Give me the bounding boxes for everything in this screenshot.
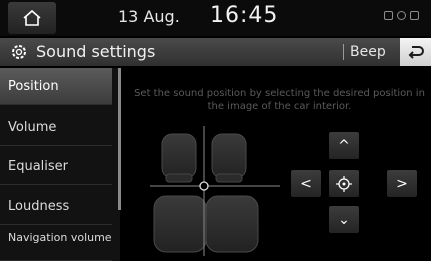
title-bar: Sound settings Beep bbox=[0, 38, 431, 66]
page-title: Sound settings bbox=[36, 42, 156, 61]
front-left-seat[interactable] bbox=[161, 133, 197, 183]
back-button[interactable] bbox=[400, 38, 431, 66]
chevron-right-icon: > bbox=[396, 175, 408, 192]
sidebar-item-equaliser[interactable]: Equaliser bbox=[0, 148, 112, 185]
move-up-button[interactable]: ^ bbox=[329, 132, 359, 159]
sidebar-item-label: Volume bbox=[8, 119, 57, 135]
sound-position-panel: Set the sound position by selecting the … bbox=[124, 68, 431, 261]
sidebar-item-label: Navigation volume bbox=[8, 231, 112, 244]
bluetooth-icon bbox=[410, 11, 419, 20]
sound-position-marker[interactable] bbox=[199, 181, 209, 191]
rear-seat[interactable] bbox=[153, 195, 259, 253]
sidebar: Position Volume Equaliser Loudness Navig… bbox=[0, 68, 120, 261]
sidebar-item-label: Equaliser bbox=[8, 158, 69, 174]
status-bar: 13 Aug. 16:45 bbox=[0, 0, 431, 36]
home-button[interactable] bbox=[8, 2, 56, 34]
signal-icon bbox=[397, 11, 406, 20]
system-status-icons bbox=[384, 11, 419, 20]
sidebar-item-label: Loudness bbox=[8, 198, 70, 214]
divider bbox=[343, 44, 344, 60]
sidebar-item-navigation-volume[interactable]: Navigation volume bbox=[0, 228, 112, 261]
instruction-text: Set the sound position by selecting the … bbox=[134, 88, 425, 112]
crosshair-icon bbox=[336, 175, 352, 192]
beep-button[interactable]: Beep bbox=[350, 44, 386, 60]
sidebar-item-loudness[interactable]: Loudness bbox=[0, 188, 112, 225]
move-left-button[interactable]: < bbox=[291, 170, 321, 197]
battery-icon bbox=[384, 11, 393, 20]
sidebar-scrollbar[interactable] bbox=[118, 68, 121, 210]
car-interior-map[interactable] bbox=[150, 126, 280, 256]
home-icon bbox=[23, 9, 41, 26]
chevron-up-icon: ^ bbox=[338, 137, 350, 154]
sidebar-item-position[interactable]: Position bbox=[0, 68, 112, 105]
chevron-left-icon: < bbox=[300, 175, 312, 192]
center-position-button[interactable] bbox=[329, 170, 359, 197]
front-right-seat[interactable] bbox=[211, 133, 247, 183]
status-time: 16:45 bbox=[210, 3, 279, 28]
status-date: 13 Aug. bbox=[118, 7, 180, 26]
chevron-down-icon: ⌄ bbox=[338, 211, 350, 228]
back-icon bbox=[408, 46, 424, 59]
move-down-button[interactable]: ⌄ bbox=[329, 206, 359, 233]
move-right-button[interactable]: > bbox=[387, 170, 417, 197]
sidebar-item-volume[interactable]: Volume bbox=[0, 109, 112, 146]
gear-icon bbox=[12, 45, 26, 59]
sidebar-item-label: Position bbox=[8, 78, 59, 94]
